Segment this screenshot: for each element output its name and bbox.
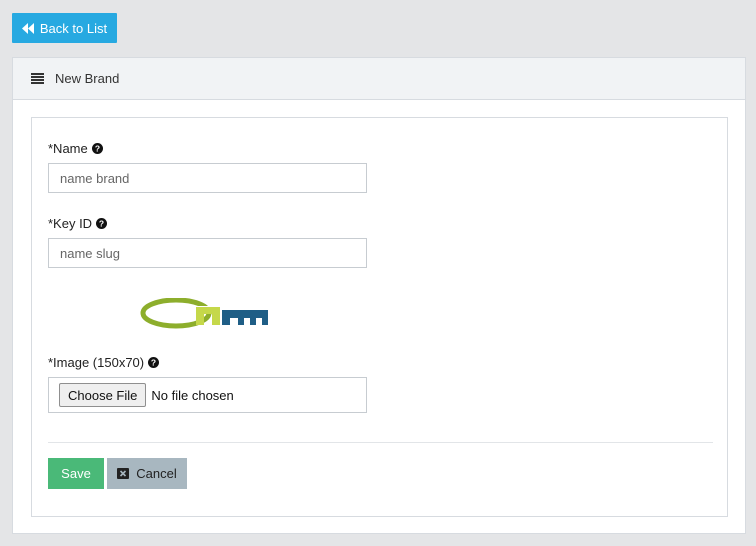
- back-to-list-label: Back to List: [39, 20, 108, 36]
- form-divider: [48, 442, 713, 443]
- image-label: *Image (150x70) ?: [48, 355, 160, 370]
- name-input[interactable]: [48, 163, 367, 193]
- cancel-button[interactable]: Cancel: [107, 458, 187, 489]
- save-button[interactable]: Save: [48, 458, 104, 489]
- svg-text:?: ?: [99, 219, 104, 229]
- panel-header: New Brand: [13, 58, 745, 100]
- brand-form: *Name ? *Key ID ?: [31, 117, 728, 517]
- help-icon[interactable]: ?: [96, 218, 108, 229]
- help-icon[interactable]: ?: [91, 143, 103, 154]
- save-button-label: Save: [61, 466, 91, 481]
- image-file-input[interactable]: Choose File No file chosen: [48, 377, 367, 413]
- choose-file-button[interactable]: Choose File: [59, 383, 147, 407]
- list-icon: [31, 73, 44, 84]
- key-id-input[interactable]: [48, 238, 367, 268]
- svg-text:?: ?: [151, 358, 156, 368]
- key-id-label: *Key ID ?: [48, 216, 108, 231]
- image-label-text: *Image (150x70): [48, 355, 145, 370]
- brand-logo-preview: [138, 297, 273, 335]
- double-chevron-left-icon: [21, 22, 34, 34]
- svg-text:?: ?: [95, 144, 100, 154]
- file-status-text: No file chosen: [151, 387, 234, 403]
- help-icon[interactable]: ?: [148, 357, 160, 368]
- key-id-label-text: *Key ID: [48, 216, 93, 231]
- cancel-button-label: Cancel: [136, 466, 177, 481]
- name-label: *Name ?: [48, 141, 103, 156]
- new-brand-panel: New Brand *Name ? *Key ID ?: [12, 57, 746, 534]
- back-to-list-button[interactable]: Back to List: [12, 13, 117, 43]
- name-label-text: *Name: [48, 141, 88, 156]
- close-icon: [117, 468, 130, 479]
- panel-title: New Brand: [55, 71, 120, 86]
